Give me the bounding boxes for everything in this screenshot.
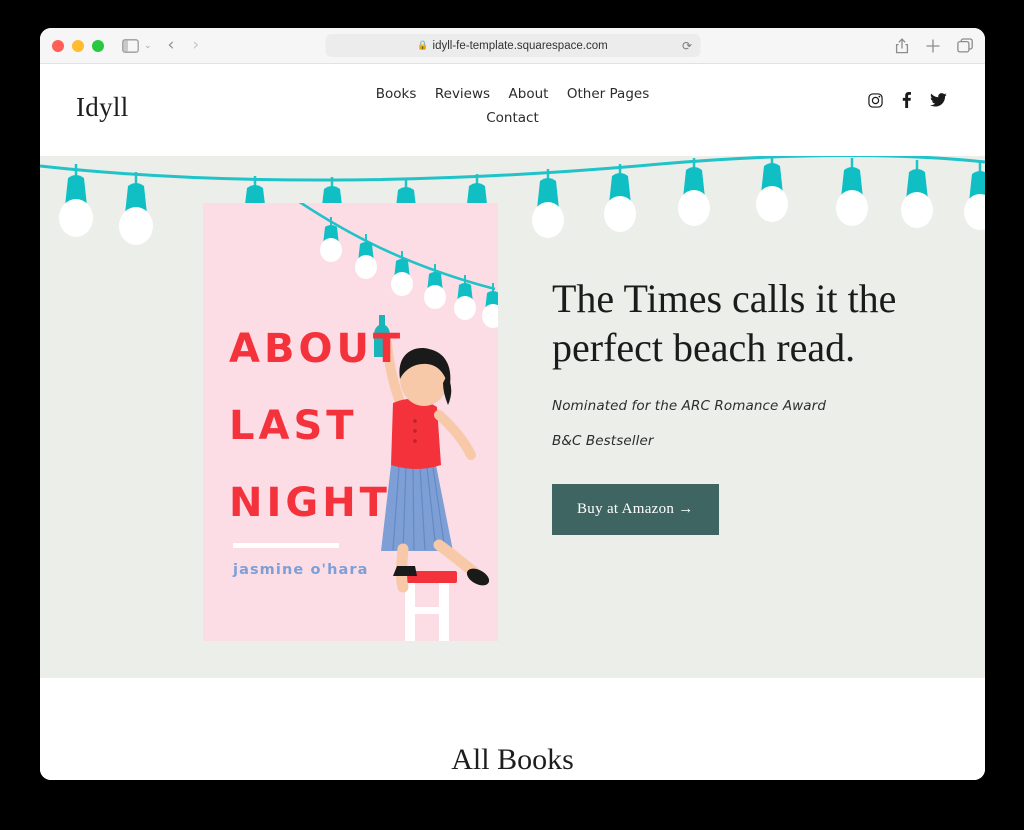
facebook-icon[interactable] — [902, 92, 911, 108]
minimize-window-button[interactable] — [72, 39, 84, 52]
all-books-heading: All Books — [451, 742, 574, 776]
sidebar-toggle-icon[interactable] — [122, 33, 139, 59]
cover-title-line-2: LAST — [229, 403, 358, 449]
browser-toolbar: ⌄ ‹ › 🔒 idyll-fe-template.squarespace.co… — [40, 28, 985, 64]
primary-navigation: Books Reviews About Other Pages Contact — [348, 82, 678, 130]
close-window-button[interactable] — [52, 39, 64, 52]
book-cover-author: jasmine o'hara — [233, 562, 369, 578]
navigation-buttons: ‹ › — [166, 37, 202, 54]
back-button[interactable]: ‹ — [166, 37, 177, 54]
nav-item-other-pages[interactable]: Other Pages — [567, 83, 649, 106]
book-cover-image: ABOUT LAST NIGHT jasmine o'hara — [203, 203, 498, 641]
nav-item-contact[interactable]: Contact — [486, 107, 539, 130]
site-logo[interactable]: Idyll — [76, 92, 129, 123]
twitter-icon[interactable] — [930, 93, 947, 107]
tab-overview-icon[interactable] — [957, 33, 973, 59]
nav-item-books[interactable]: Books — [376, 83, 417, 106]
window-controls — [52, 39, 104, 52]
maximize-window-button[interactable] — [92, 39, 104, 52]
social-links — [868, 92, 947, 108]
sidebar-toggle-group[interactable]: ⌄ — [122, 33, 152, 59]
cover-title-line-1: ABOUT — [229, 326, 405, 372]
url-text: idyll-fe-template.squarespace.com — [432, 39, 608, 52]
plus-icon[interactable] — [926, 33, 940, 59]
hero-subtitle-bestseller: B&C Bestseller — [552, 433, 654, 449]
lock-icon: 🔒 — [417, 40, 429, 50]
site-header: Idyll Books Reviews About Other Pages Co… — [40, 64, 985, 156]
all-books-section: All Books — [40, 678, 985, 780]
browser-window: ⌄ ‹ › 🔒 idyll-fe-template.squarespace.co… — [40, 28, 985, 780]
share-icon[interactable] — [895, 33, 909, 59]
web-page: Idyll Books Reviews About Other Pages Co… — [40, 64, 985, 780]
hero-subtitle-award: Nominated for the ARC Romance Award — [552, 398, 826, 414]
nav-item-reviews[interactable]: Reviews — [435, 83, 490, 106]
book-cover-title: ABOUT LAST NIGHT — [229, 311, 439, 542]
cover-title-line-3: NIGHT — [229, 480, 391, 526]
desktop-background: ⌄ ‹ › 🔒 idyll-fe-template.squarespace.co… — [0, 0, 1024, 830]
reload-icon[interactable]: ⟳ — [682, 40, 692, 52]
instagram-icon[interactable] — [868, 92, 883, 108]
address-bar-container: 🔒 idyll-fe-template.squarespace.com ⟳ — [325, 34, 700, 57]
hero-headline: The Times calls it the perfect beach rea… — [552, 276, 897, 370]
cover-divider — [233, 543, 339, 548]
buy-at-amazon-button[interactable]: Buy at Amazon → — [552, 484, 719, 535]
nav-row-secondary: Contact — [348, 106, 678, 130]
forward-button[interactable]: › — [190, 37, 201, 54]
nav-row-primary: Books Reviews About Other Pages — [348, 82, 678, 106]
nav-item-about[interactable]: About — [509, 83, 549, 106]
chevron-down-icon[interactable]: ⌄ — [144, 40, 152, 51]
address-bar[interactable]: 🔒 idyll-fe-template.squarespace.com ⟳ — [325, 34, 700, 57]
toolbar-right-actions — [895, 33, 973, 59]
hero-section: ABOUT LAST NIGHT jasmine o'hara The Time… — [40, 156, 985, 678]
hero-copy: The Times calls it the perfect beach rea… — [552, 274, 912, 535]
